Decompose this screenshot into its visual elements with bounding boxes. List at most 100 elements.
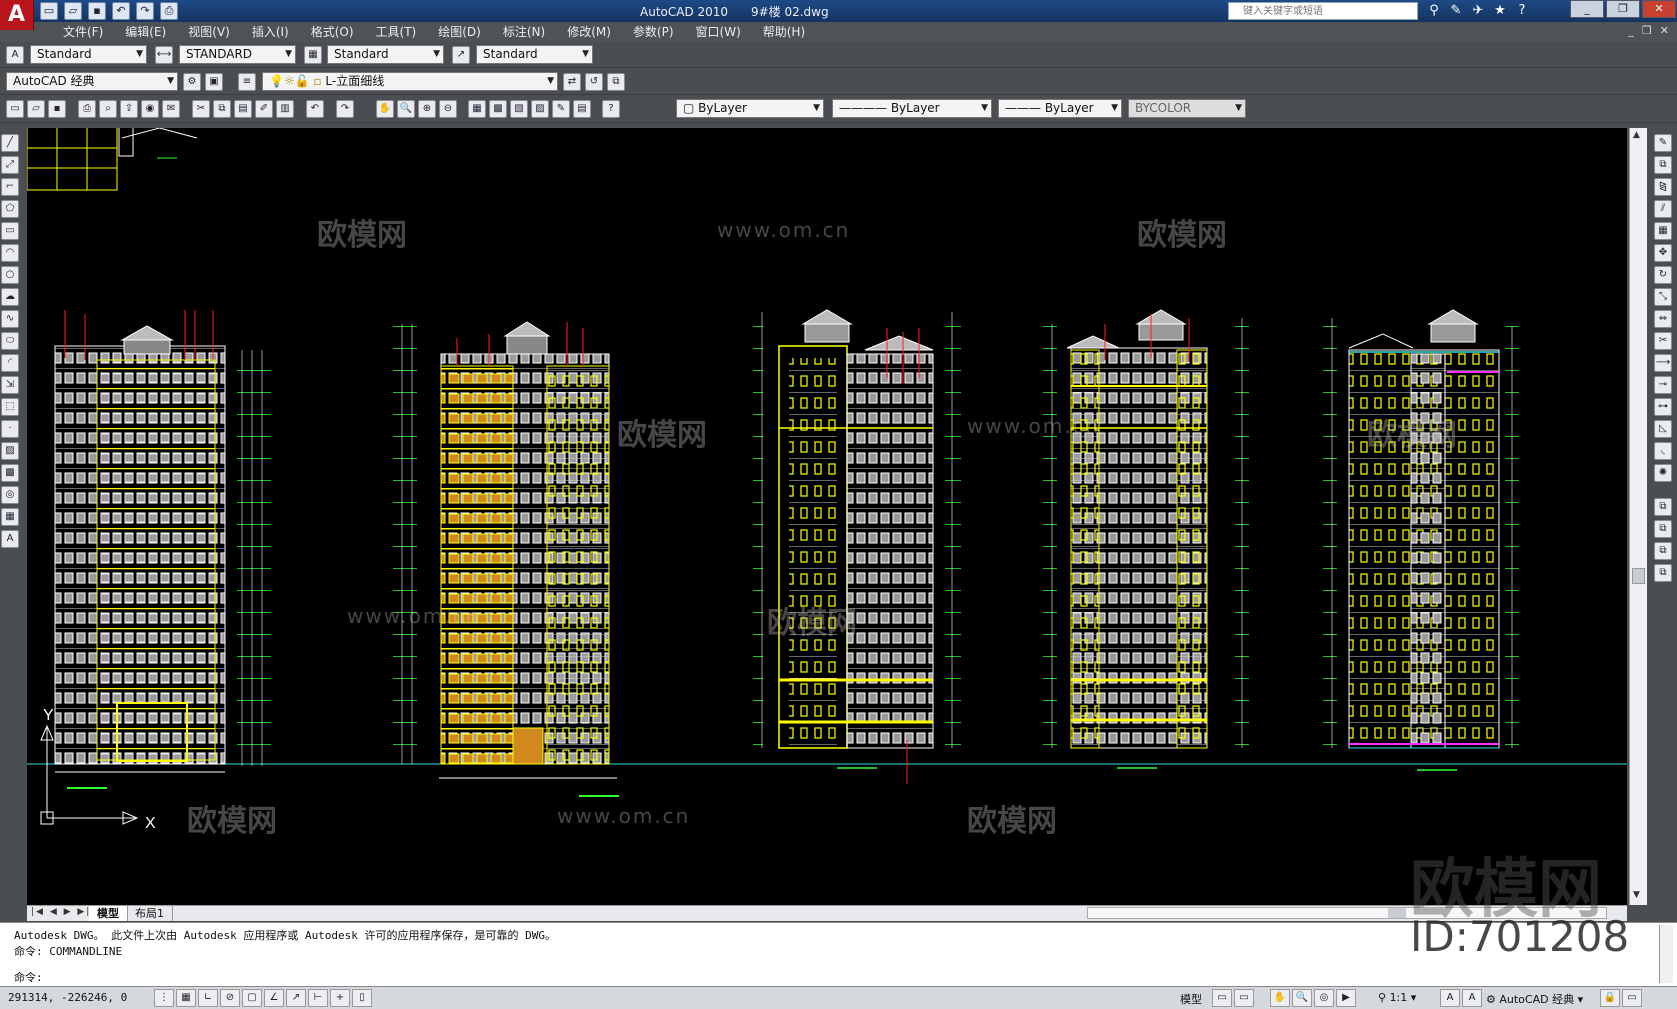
layer-select[interactable]: 💡☼🔓 ▫ L-立面细线 ▼ (262, 72, 558, 91)
3d-dwf-icon[interactable]: ◉ (141, 100, 159, 118)
draworder-under-icon[interactable]: ⧉ (1654, 564, 1672, 582)
move-icon[interactable]: ✥ (1654, 244, 1672, 262)
make-block-icon[interactable]: ⬚ (1, 398, 19, 416)
construction-line-icon[interactable]: ⤢ (1, 156, 19, 174)
drawing-canvas[interactable]: Y X 欧模网 www.om.cn 欧模网 欧模网 www.om.cn 欧模网 … (27, 128, 1627, 905)
search-input[interactable] (1228, 2, 1418, 20)
qp-toggle-icon[interactable]: ▯ (352, 989, 372, 1007)
doc-close-icon[interactable]: ✕ (1660, 24, 1669, 37)
model-space-label[interactable]: 模型 (1180, 991, 1202, 1007)
connect-icon[interactable]: ✈ (1469, 2, 1487, 20)
vertical-scrollbar[interactable]: ▲ ▼ (1629, 128, 1647, 905)
quick-view-drawings-icon[interactable]: ▭ (1234, 989, 1254, 1007)
table-icon[interactable]: ▦ (1, 508, 19, 526)
tab-layout1[interactable]: 布局1 (127, 906, 173, 921)
array-icon[interactable]: ▦ (1654, 222, 1672, 240)
menu-format[interactable]: 格式(O) (300, 22, 365, 42)
text-style-icon[interactable]: A (6, 46, 24, 64)
layer-manager-icon[interactable]: ≡ (238, 73, 256, 91)
text-style-select[interactable]: Standard ▼ (30, 45, 147, 64)
join-icon[interactable]: ⊶ (1654, 398, 1672, 416)
menu-help[interactable]: 帮助(H) (752, 22, 816, 42)
arc-icon[interactable]: ◠ (1, 244, 19, 262)
doc-minimize-icon[interactable]: _ (1628, 24, 1634, 37)
new-icon[interactable]: ▭ (40, 2, 58, 20)
command-input[interactable] (52, 967, 1552, 983)
application-menu-button[interactable]: A (0, 0, 34, 30)
workspace-settings-icon[interactable]: ⚙ (183, 73, 201, 91)
plot-icon[interactable]: ⎙ (160, 2, 178, 20)
design-center-icon[interactable]: ▩ (489, 100, 507, 118)
multileader-style-icon[interactable]: ↗ (452, 46, 470, 64)
rectangle-icon[interactable]: ▭ (1, 222, 19, 240)
fillet-icon[interactable]: ◟ (1654, 442, 1672, 460)
qnew-icon[interactable]: ▭ (6, 100, 24, 118)
paste-icon[interactable]: ▤ (234, 100, 252, 118)
close-button[interactable]: ✕ (1642, 0, 1676, 18)
annotation-visibility-icon[interactable]: A (1440, 989, 1460, 1007)
menu-draw[interactable]: 绘图(D) (427, 22, 492, 42)
publish-icon[interactable]: ⇪ (120, 100, 138, 118)
dim-style-select[interactable]: STANDARD ▼ (179, 45, 296, 64)
open-file-icon[interactable]: ▱ (27, 100, 45, 118)
favorites-icon[interactable]: ★ (1491, 2, 1509, 20)
copy-icon[interactable]: ⧉ (213, 100, 231, 118)
copy-object-icon[interactable]: ⧉ (1654, 156, 1672, 174)
make-current-layer-icon[interactable]: ⇄ (563, 73, 581, 91)
quick-view-layouts-icon[interactable]: ▭ (1212, 989, 1232, 1007)
ellipse-icon[interactable]: ⬭ (1, 332, 19, 350)
draworder-front-icon[interactable]: ⧉ (1654, 498, 1672, 516)
annotation-scale[interactable]: ⚲ 1:1 ▾ (1378, 991, 1416, 1004)
layer-state-icon[interactable]: ⧉ (607, 73, 625, 91)
scroll-down-icon[interactable]: ▼ (1633, 890, 1640, 900)
line-icon[interactable]: ╱ (1, 134, 19, 152)
multiline-text-icon[interactable]: A (1, 530, 19, 548)
polyline-icon[interactable]: ⌐ (1, 178, 19, 196)
ducs-toggle-icon[interactable]: ↗ (286, 989, 306, 1007)
command-scrollbar[interactable] (1659, 925, 1673, 983)
zoom-window-icon[interactable]: ⊕ (418, 100, 436, 118)
spline-icon[interactable]: ∿ (1, 310, 19, 328)
offset-icon[interactable]: ⫽ (1654, 200, 1672, 218)
pan-status-icon[interactable]: ✋ (1270, 989, 1290, 1007)
menu-view[interactable]: 视图(V) (177, 22, 241, 42)
redo-toolbar-icon[interactable]: ↷ (336, 100, 354, 118)
menu-tools[interactable]: 工具(T) (365, 22, 428, 42)
minimize-button[interactable]: _ (1570, 0, 1604, 18)
multileader-style-select[interactable]: Standard ▼ (476, 45, 593, 64)
table-style-icon[interactable]: ▦ (304, 46, 322, 64)
tab-nav-arrows[interactable]: |◀ ◀ ▶ ▶| (31, 907, 91, 917)
etransmit-icon[interactable]: ✉ (162, 100, 180, 118)
sheet-set-icon[interactable]: ▨ (531, 100, 549, 118)
doc-restore-icon[interactable]: ❐ (1642, 24, 1652, 37)
hscroll-thumb[interactable] (1388, 908, 1406, 918)
clean-screen-icon[interactable]: ▭ (1622, 989, 1642, 1007)
dim-style-icon[interactable]: ⟷ (155, 46, 173, 64)
lineweight-select[interactable]: ——— ByLayer ▼ (998, 99, 1122, 118)
menu-modify[interactable]: 修改(M) (556, 22, 622, 42)
help-toolbar-icon[interactable]: ? (602, 100, 620, 118)
draworder-above-icon[interactable]: ⧉ (1654, 542, 1672, 560)
point-icon[interactable]: · (1, 420, 19, 438)
zoom-status-icon[interactable]: 🔍 (1292, 989, 1312, 1007)
scroll-up-icon[interactable]: ▲ (1633, 130, 1640, 140)
save-file-icon[interactable]: ▪ (48, 100, 66, 118)
linetype-select[interactable]: ———— ByLayer ▼ (832, 99, 992, 118)
draworder-back-icon[interactable]: ⧉ (1654, 520, 1672, 538)
polar-toggle-icon[interactable]: ⊘ (220, 989, 240, 1007)
revision-cloud-icon[interactable]: ☁ (1, 288, 19, 306)
zoom-realtime-icon[interactable]: 🔍 (397, 100, 415, 118)
steeringwheel-icon[interactable]: ◎ (1314, 989, 1334, 1007)
osnap-toggle-icon[interactable]: ▢ (242, 989, 262, 1007)
circle-icon[interactable]: ○ (1, 266, 19, 284)
tool-palettes-icon[interactable]: ▧ (510, 100, 528, 118)
block-editor-icon[interactable]: ▥ (276, 100, 294, 118)
workspace-switch[interactable]: ⚙ AutoCAD 经典 ▾ (1486, 991, 1583, 1007)
hatch-icon[interactable]: ▨ (1, 442, 19, 460)
trim-icon[interactable]: ✂ (1654, 332, 1672, 350)
grid-toggle-icon[interactable]: ▦ (176, 989, 196, 1007)
menu-edit[interactable]: 编辑(E) (114, 22, 177, 42)
match-properties-icon[interactable]: ✐ (255, 100, 273, 118)
plot-preview-icon[interactable]: ⌕ (99, 100, 117, 118)
dyn-toggle-icon[interactable]: ⊢ (308, 989, 328, 1007)
